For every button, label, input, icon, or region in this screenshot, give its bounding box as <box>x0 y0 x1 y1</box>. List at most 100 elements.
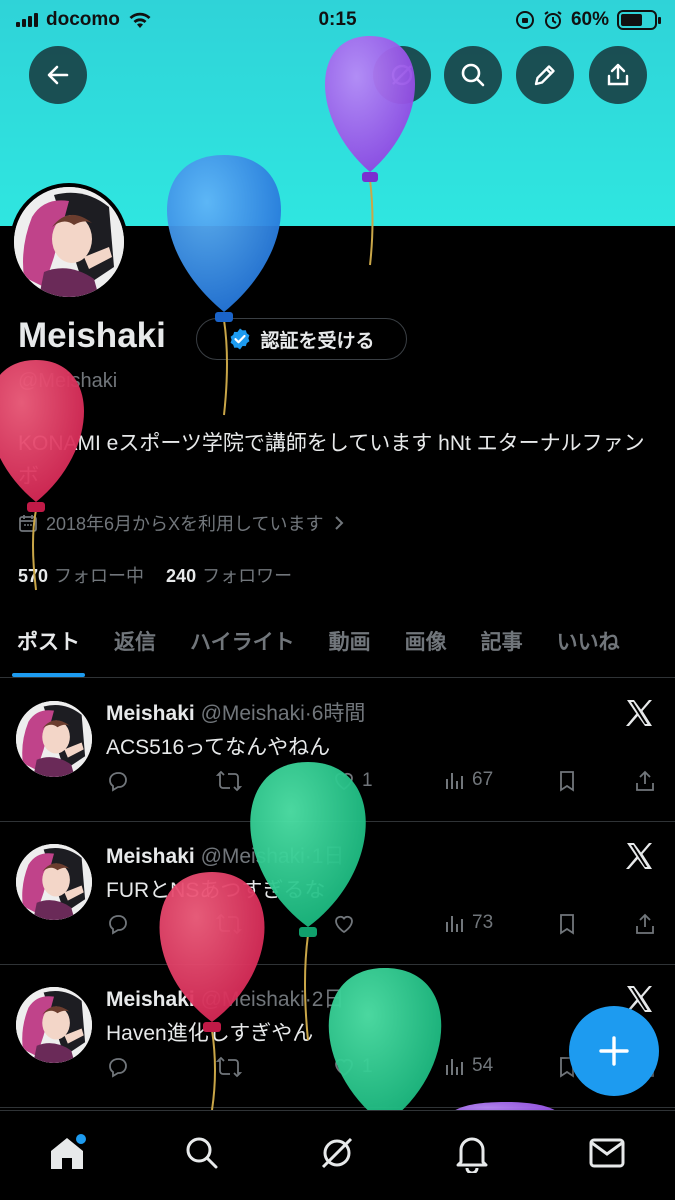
bookmark-icon <box>560 914 574 935</box>
profile-avatar[interactable] <box>10 183 128 301</box>
post-separator: · <box>304 702 312 725</box>
post-header: Meishaki @Meishaki·6時間 <box>106 697 365 727</box>
like-button[interactable]: 1 <box>332 1055 373 1079</box>
share-button[interactable] <box>589 46 647 104</box>
edit-button[interactable] <box>516 46 574 104</box>
like-count: 1 <box>362 770 373 791</box>
avatar-illustration <box>16 701 92 777</box>
repost-button[interactable] <box>216 769 242 793</box>
post-author-handle: @Meishaki <box>200 845 305 868</box>
tab-articles[interactable]: 記事 <box>464 616 540 677</box>
grok-button[interactable] <box>373 46 431 104</box>
compose-post-button[interactable] <box>569 1006 659 1096</box>
post-item[interactable]: Meishaki @Meishaki·6時間 ACS516ってなんやねん 1 6… <box>0 679 675 822</box>
battery-icon <box>617 10 661 30</box>
post-header: Meishaki @Meishaki·2日 <box>106 983 344 1013</box>
post-actions: 73 <box>106 912 662 940</box>
follow-stats: 570 フォロー中 240 フォロワー <box>18 562 292 588</box>
tab-posts[interactable]: ポスト <box>0 616 97 677</box>
status-bar: docomo 0:15 60% <box>0 0 675 40</box>
post-time: 1日 <box>311 845 345 868</box>
orientation-lock-icon <box>515 11 534 29</box>
post-actions: 1 67 <box>106 769 662 797</box>
avatar-illustration <box>16 844 92 920</box>
grok-icon <box>391 64 413 86</box>
post-avatar[interactable] <box>16 987 92 1063</box>
reply-button[interactable] <box>106 769 130 793</box>
repost-icon <box>216 770 242 792</box>
reply-icon <box>109 915 127 935</box>
repost-icon <box>216 1056 242 1078</box>
back-button[interactable] <box>29 46 87 104</box>
x-logo-icon[interactable] <box>623 697 655 729</box>
profile-handle: @Meishaki <box>18 370 118 392</box>
post-time: 6時間 <box>311 702 366 725</box>
heart-icon <box>335 1058 353 1077</box>
nav-messages[interactable] <box>585 1131 629 1175</box>
bookmark-button[interactable] <box>556 912 578 936</box>
nav-search[interactable] <box>180 1131 224 1175</box>
post-text: FURとNSあつすぎるな <box>106 879 326 902</box>
tab-highlights[interactable]: ハイライト <box>173 616 312 677</box>
verified-badge-icon <box>231 328 250 350</box>
grok-icon <box>321 1137 353 1169</box>
following-label: フォロー中 <box>54 566 145 586</box>
reply-button[interactable] <box>106 1055 130 1079</box>
like-count: 1 <box>362 1056 373 1077</box>
post-header: Meishaki @Meishaki·1日 <box>106 840 344 870</box>
post-item[interactable]: Meishaki @Meishaki·1日 FURとNSあつすぎるな 73 <box>0 822 675 965</box>
post-avatar[interactable] <box>16 701 92 777</box>
post-author-name[interactable]: Meishaki <box>106 988 195 1011</box>
search-button[interactable] <box>444 46 502 104</box>
post-author-name[interactable]: Meishaki <box>106 845 195 868</box>
nav-notifications[interactable] <box>450 1131 494 1175</box>
post-time: 2日 <box>311 988 345 1011</box>
post-share-button[interactable] <box>634 912 656 936</box>
bookmark-button[interactable] <box>556 769 578 793</box>
heart-icon <box>335 772 353 791</box>
back-arrow-icon <box>47 65 69 85</box>
reply-icon <box>109 772 127 792</box>
post-share-button[interactable] <box>634 769 656 793</box>
repost-button[interactable] <box>216 1055 242 1079</box>
bookmark-icon <box>560 771 574 792</box>
tab-videos[interactable]: 動画 <box>312 616 388 677</box>
x-logo-icon[interactable] <box>623 840 655 872</box>
post-author-handle: @Meishaki <box>200 702 305 725</box>
post-separator: · <box>304 988 312 1011</box>
chevron-right-icon[interactable] <box>332 513 346 533</box>
views-button[interactable]: 73 <box>444 912 493 934</box>
wifi-icon <box>129 12 151 28</box>
edit-pencil-icon <box>534 65 555 86</box>
post-text: Haven進化しすぎやん <box>106 1022 314 1045</box>
profile-tabs: ポスト 返信 ハイライト 動画 画像 記事 いいね <box>0 616 675 678</box>
views-button[interactable]: 54 <box>444 1055 493 1077</box>
heart-icon <box>335 915 353 934</box>
views-chart-icon <box>446 916 463 932</box>
views-button[interactable]: 67 <box>444 769 493 791</box>
post-separator: · <box>304 845 312 868</box>
like-button[interactable] <box>332 912 362 936</box>
tab-replies[interactable]: 返信 <box>97 616 173 677</box>
nav-grok[interactable] <box>315 1131 359 1175</box>
like-button[interactable]: 1 <box>332 769 373 793</box>
joined-date: 2018年6月からXを利用しています <box>18 510 346 536</box>
share-icon <box>636 913 654 934</box>
reply-button[interactable] <box>106 912 130 936</box>
view-count: 54 <box>472 1055 494 1076</box>
post-author-name[interactable]: Meishaki <box>106 702 195 725</box>
joined-label: 2018年6月からXを利用しています <box>46 514 324 534</box>
avatar-illustration <box>14 187 124 297</box>
carrier-label: docomo <box>46 9 120 30</box>
tab-images[interactable]: 画像 <box>388 616 464 677</box>
view-count: 67 <box>472 769 494 790</box>
bottom-navigation <box>0 1110 675 1200</box>
following-link[interactable]: 570 フォロー中 <box>18 562 144 588</box>
post-avatar[interactable] <box>16 844 92 920</box>
followers-link[interactable]: 240 フォロワー <box>166 562 292 588</box>
repost-button[interactable] <box>216 912 242 936</box>
tab-likes[interactable]: いいね <box>540 616 637 677</box>
get-verified-button[interactable]: 認証を受ける <box>196 318 407 360</box>
views-chart-icon <box>446 1059 463 1075</box>
nav-home[interactable] <box>45 1131 89 1175</box>
